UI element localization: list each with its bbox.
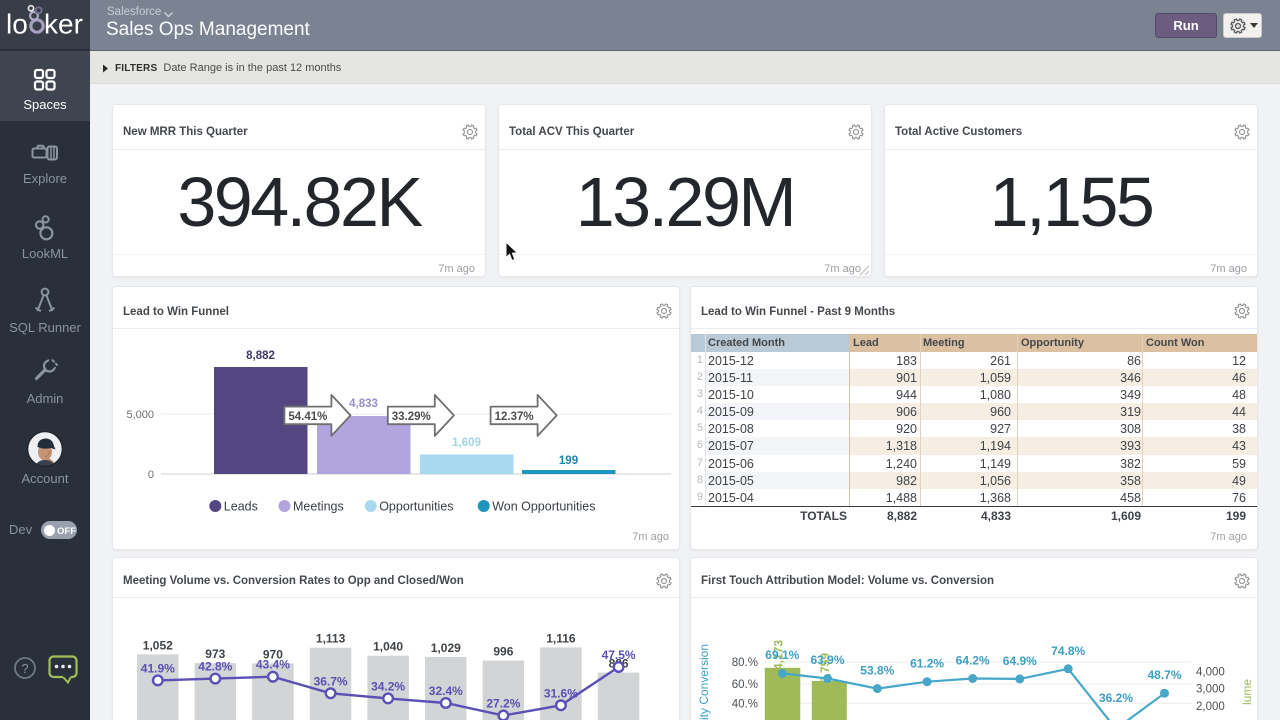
svg-text:ker: ker	[44, 9, 83, 40]
svg-text:32.4%: 32.4%	[429, 684, 463, 698]
svg-text:41.9%: 41.9%	[141, 661, 175, 675]
svg-text:?: ?	[21, 661, 28, 676]
svg-text:42.8%: 42.8%	[198, 660, 232, 674]
svg-text:Won Opportunities: Won Opportunities	[492, 500, 595, 514]
svg-text:74.8%: 74.8%	[1051, 644, 1085, 658]
svg-text:43.4%: 43.4%	[256, 658, 290, 672]
svg-text:lume: lume	[1240, 679, 1254, 705]
svg-text:36.2%: 36.2%	[1099, 691, 1133, 705]
svg-text:1,040: 1,040	[373, 640, 403, 654]
svg-text:4,833: 4,833	[349, 398, 378, 410]
svg-text:1,609: 1,609	[452, 437, 481, 449]
svg-text:54.41%: 54.41%	[288, 411, 327, 423]
svg-text:53.8%: 53.8%	[860, 664, 894, 678]
svg-text:27.2%: 27.2%	[486, 697, 520, 711]
svg-text:4,000: 4,000	[1196, 667, 1225, 679]
svg-text:ity Conversion: ity Conversion	[697, 644, 711, 720]
svg-text:8,882: 8,882	[246, 350, 275, 362]
svg-text:47.5%: 47.5%	[602, 648, 636, 662]
svg-text:31.6%: 31.6%	[544, 686, 578, 700]
svg-text:12.37%: 12.37%	[495, 411, 534, 423]
svg-text:Meetings: Meetings	[293, 500, 344, 514]
svg-text:64.9%: 64.9%	[1003, 654, 1037, 668]
svg-text:1,116: 1,116	[546, 631, 576, 645]
svg-text:1,113: 1,113	[316, 632, 346, 646]
svg-text:69.1%: 69.1%	[765, 648, 799, 662]
svg-text:33.29%: 33.29%	[392, 411, 431, 423]
svg-text:1,029: 1,029	[431, 641, 461, 655]
svg-text:40.%: 40.%	[732, 698, 758, 710]
svg-text:5,000: 5,000	[126, 409, 154, 421]
svg-text:0: 0	[148, 469, 154, 481]
svg-text:61.2%: 61.2%	[910, 657, 944, 671]
svg-text:996: 996	[493, 645, 513, 659]
svg-text:3,000: 3,000	[1196, 684, 1225, 696]
svg-text:36.7%: 36.7%	[314, 674, 348, 688]
svg-text:60.%: 60.%	[732, 679, 758, 691]
svg-text:Opportunities: Opportunities	[379, 500, 453, 514]
svg-text:34.2%: 34.2%	[371, 679, 405, 693]
svg-text:1,052: 1,052	[143, 638, 173, 652]
svg-text:48.7%: 48.7%	[1147, 668, 1181, 682]
svg-text:80.%: 80.%	[732, 657, 758, 669]
svg-text:Leads: Leads	[224, 500, 258, 514]
svg-text:lo: lo	[6, 9, 28, 40]
svg-text:64.2%: 64.2%	[956, 654, 990, 668]
svg-text:63.9%: 63.9%	[810, 653, 844, 667]
svg-text:2,000: 2,000	[1196, 701, 1225, 713]
svg-text:199: 199	[559, 455, 578, 467]
